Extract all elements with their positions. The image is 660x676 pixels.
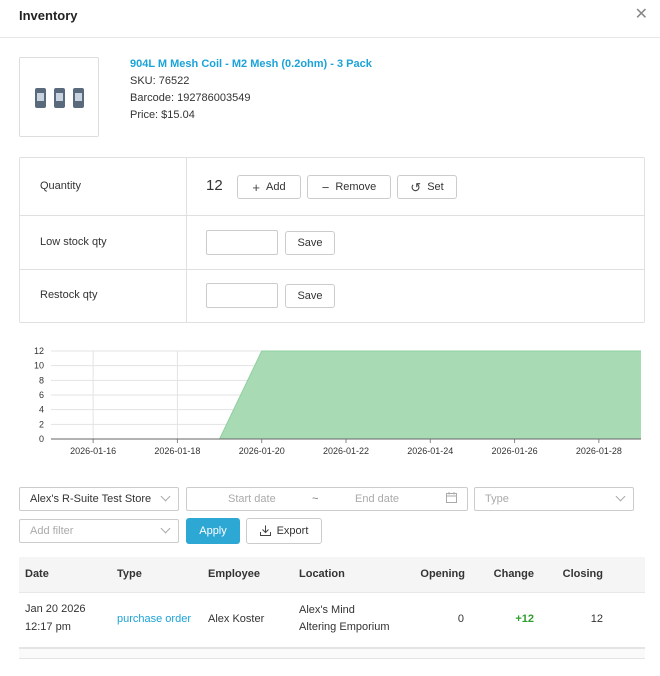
low-stock-label: Low stock qty xyxy=(40,236,107,248)
product-name-link[interactable]: 904L M Mesh Coil - M2 Mesh (0.2ohm) - 3 … xyxy=(130,58,372,71)
product-info: 904L M Mesh Coil - M2 Mesh (0.2ohm) - 3 … xyxy=(130,58,372,122)
add-filter-placeholder: Add filter xyxy=(30,525,74,537)
start-date-placeholder: Start date xyxy=(228,493,276,505)
y-tick-label: 0 xyxy=(39,434,44,444)
product-image xyxy=(19,57,99,137)
y-tick-label: 4 xyxy=(39,405,44,415)
download-icon xyxy=(259,525,271,538)
chevron-down-icon xyxy=(160,491,171,502)
row-location-line1: Alex's Mind xyxy=(299,604,355,616)
end-date-placeholder: End date xyxy=(355,493,400,505)
table-row: Jan 20 2026 12:17 pm purchase order Alex… xyxy=(19,593,645,649)
row-location-line2: Altering Emporium xyxy=(299,621,390,633)
set-button-label: Set xyxy=(427,181,444,193)
close-icon[interactable]: ✕ xyxy=(635,6,648,24)
x-tick-label: 2026-01-26 xyxy=(492,446,538,456)
restock-row: Restock qty Save xyxy=(20,270,644,322)
x-tick-label: 2026-01-16 xyxy=(70,446,116,456)
row-time: 12:17 pm xyxy=(25,621,71,633)
restock-save-button[interactable]: Save xyxy=(285,284,335,308)
product-price: Price: $15.04 xyxy=(130,109,195,121)
y-tick-label: 2 xyxy=(39,419,44,429)
row-employee: Alex Koster xyxy=(208,613,265,625)
minus-icon: − xyxy=(321,179,330,195)
quantity-value: 12 xyxy=(206,177,223,194)
restock-label: Restock qty xyxy=(40,289,98,301)
date-separator: ~ xyxy=(312,493,319,505)
row-closing: 12 xyxy=(590,613,603,625)
store-select-value: Alex's R-Suite Test Store xyxy=(30,493,152,505)
remove-button[interactable]: − Remove xyxy=(307,175,391,199)
column-header-location: Location xyxy=(299,568,345,580)
apply-button[interactable]: Apply xyxy=(186,518,240,544)
export-button-label: Export xyxy=(276,525,309,537)
chevron-down-icon xyxy=(160,523,171,534)
x-tick-label: 2026-01-20 xyxy=(239,446,285,456)
add-button[interactable]: + Add xyxy=(237,175,301,199)
product-barcode: Barcode: 192786003549 xyxy=(130,92,251,104)
low-stock-row: Low stock qty Save xyxy=(20,216,644,270)
table-footer xyxy=(19,649,645,659)
calendar-icon xyxy=(446,492,457,506)
product-sku: SKU: 76522 xyxy=(130,75,190,87)
restock-input[interactable] xyxy=(206,283,278,308)
add-button-label: Add xyxy=(266,181,286,193)
quantity-label: Quantity xyxy=(40,180,81,192)
column-header-opening: Opening xyxy=(420,568,465,580)
modal-title: Inventory xyxy=(19,8,78,23)
date-range-picker[interactable]: Start date ~ End date xyxy=(186,487,468,511)
reset-icon: ↺ xyxy=(410,179,422,195)
plus-icon: + xyxy=(252,179,260,195)
export-button[interactable]: Export xyxy=(246,518,322,544)
chevron-down-icon xyxy=(615,491,626,502)
x-tick-label: 2026-01-24 xyxy=(407,446,453,456)
type-select-placeholder: Type xyxy=(485,493,509,505)
modal-header: Inventory ✕ xyxy=(0,0,660,38)
x-tick-label: 2026-01-18 xyxy=(154,446,200,456)
type-select[interactable]: Type xyxy=(474,487,634,511)
column-header-employee: Employee xyxy=(208,568,260,580)
y-tick-label: 6 xyxy=(39,390,44,400)
row-opening: 0 xyxy=(457,613,464,625)
x-tick-label: 2026-01-28 xyxy=(576,446,622,456)
low-stock-save-button[interactable]: Save xyxy=(285,231,335,255)
add-filter-select[interactable]: Add filter xyxy=(19,519,179,543)
x-tick-label: 2026-01-22 xyxy=(323,446,369,456)
y-tick-label: 10 xyxy=(34,361,44,371)
stock-chart: 0 2 4 6 8 10 12 2026-01-16 2026-01-18 2026-01-20 2… xyxy=(34,346,641,456)
history-header: Date Type Employee Location Opening Chan… xyxy=(19,557,645,593)
row-change: +12 xyxy=(515,613,534,625)
set-button[interactable]: ↺ Set xyxy=(397,175,457,199)
inventory-table: Quantity 12 + Add − Remove ↺ Set Low sto… xyxy=(19,157,645,323)
row-date: Jan 20 2026 xyxy=(25,603,86,615)
column-header-change: Change xyxy=(493,568,534,580)
y-tick-label: 8 xyxy=(39,375,44,385)
quantity-row: Quantity 12 + Add − Remove ↺ Set xyxy=(20,158,644,216)
low-stock-input[interactable] xyxy=(206,230,278,255)
store-select[interactable]: Alex's R-Suite Test Store xyxy=(19,487,179,511)
column-header-date: Date xyxy=(25,568,49,580)
column-header-closing: Closing xyxy=(562,568,603,580)
y-tick-label: 12 xyxy=(34,346,44,356)
column-header-type: Type xyxy=(117,568,142,580)
row-type-link[interactable]: purchase order xyxy=(117,613,191,625)
remove-button-label: Remove xyxy=(335,181,377,193)
